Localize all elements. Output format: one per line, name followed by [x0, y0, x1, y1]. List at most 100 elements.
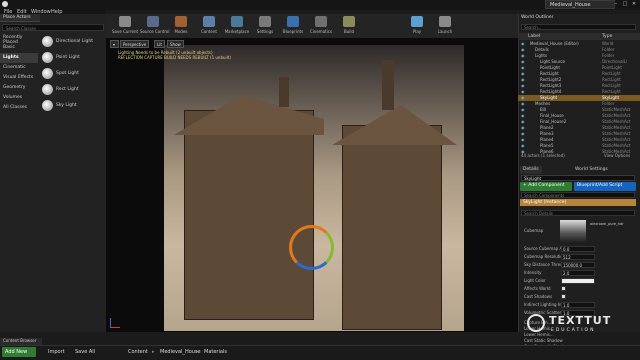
property-checkbox[interactable]: [561, 286, 566, 291]
actor-count: 44 actors (1 selected): [521, 153, 565, 158]
cinematics-button[interactable]: Cinematics: [308, 15, 334, 37]
cubemap-thumbnail[interactable]: [560, 220, 586, 242]
outliner-search-input[interactable]: Search...: [521, 24, 636, 30]
category-lights[interactable]: Lights: [0, 53, 38, 63]
blueprints-button[interactable]: Blueprints: [280, 15, 306, 37]
property-checkbox[interactable]: [561, 294, 566, 299]
content-icon: [203, 16, 215, 27]
row-type: RectLight: [602, 77, 621, 82]
visibility-eye-icon[interactable]: ◉: [521, 101, 526, 106]
visibility-eye-icon[interactable]: ◉: [521, 143, 526, 148]
settings-button[interactable]: Settings: [252, 15, 278, 37]
actor-spot-light[interactable]: Spot Light: [40, 66, 106, 82]
play-button[interactable]: Play: [404, 15, 430, 37]
content-browser-tab[interactable]: Content Browser: [0, 338, 42, 345]
actor-point-light[interactable]: Point Light: [40, 50, 106, 66]
add-component-button[interactable]: + Add Component: [520, 182, 572, 191]
viewport-toolbar: ▾ Perspective Lit Show: [110, 40, 184, 48]
property-value[interactable]: 512: [561, 254, 595, 260]
maximize-icon[interactable]: □: [621, 1, 629, 7]
visibility-eye-icon[interactable]: ◉: [521, 113, 526, 118]
property-row: Light Color: [524, 278, 636, 285]
visibility-eye-icon[interactable]: ◉: [521, 125, 526, 130]
row-label: Bill: [540, 107, 547, 112]
visibility-eye-icon[interactable]: ◉: [521, 95, 526, 100]
row-type: Folder: [602, 53, 615, 58]
component-search-input[interactable]: Search Components: [521, 192, 635, 198]
tab-details[interactable]: Details: [520, 166, 542, 174]
rotate-gizmo[interactable]: [289, 225, 334, 270]
lit-button[interactable]: Lit: [154, 40, 165, 48]
category-recently-placed[interactable]: Recently Placed: [0, 33, 38, 45]
place-actors-tab[interactable]: Place Actors: [0, 14, 40, 22]
component-row[interactable]: SkyLight (Instance): [520, 199, 636, 206]
watermark-name: TEXTTUT: [549, 314, 612, 327]
actor-sky-light[interactable]: Sky Light: [40, 98, 106, 114]
category-cinematic[interactable]: Cinematic: [0, 63, 38, 73]
visibility-eye-icon[interactable]: ◉: [521, 107, 526, 112]
category-visual-effects[interactable]: Visual Effects: [0, 73, 38, 83]
property-value[interactable]: [561, 278, 595, 284]
light-bulb-icon: [42, 100, 53, 111]
marketplace-button[interactable]: Marketplace: [224, 15, 250, 37]
actor-rect-light[interactable]: Rect Light: [40, 82, 106, 98]
view-options-button[interactable]: View Options: [604, 153, 630, 158]
add-new-button[interactable]: Add New: [2, 347, 36, 357]
visibility-eye-icon[interactable]: ◉: [521, 77, 526, 82]
viewport-options-icon[interactable]: ▾: [110, 40, 119, 48]
property-value[interactable]: 2.0: [561, 270, 595, 276]
property-row: Sky Distance Thresh 150000.0: [524, 262, 636, 269]
launch-button[interactable]: Launch: [432, 15, 458, 37]
modes-button[interactable]: Modes: [168, 15, 194, 37]
visibility-eye-icon[interactable]: ◉: [521, 137, 526, 142]
visibility-eye-icon[interactable]: ◉: [521, 47, 526, 52]
path-materials[interactable]: Materials: [204, 349, 227, 355]
label-column-header[interactable]: Label: [528, 34, 540, 39]
tab-world-settings[interactable]: World Settings: [572, 166, 611, 174]
visibility-eye-icon[interactable]: ◉: [521, 65, 526, 70]
property-label: Light Color: [524, 278, 546, 283]
category-geometry[interactable]: Geometry: [0, 83, 38, 93]
actor-directional-light[interactable]: Directional Light: [40, 34, 106, 50]
property-value[interactable]: 0.0: [561, 246, 595, 252]
content-button[interactable]: Content: [196, 15, 222, 37]
category-basic[interactable]: Basic: [0, 43, 38, 53]
visibility-eye-icon[interactable]: ◉: [521, 41, 526, 46]
path-medieval-house[interactable]: Medieval_House: [160, 349, 201, 355]
actor-name-field[interactable]: SkyLight: [521, 175, 635, 181]
category-all-classes[interactable]: All Classes: [0, 103, 38, 113]
source-control-button[interactable]: Source Control: [140, 15, 169, 37]
show-button[interactable]: Show: [167, 40, 184, 48]
world-outliner-tab[interactable]: World Outliner: [521, 15, 571, 22]
save-all-button[interactable]: Save All: [75, 349, 95, 355]
save-current-button[interactable]: Save Current: [112, 15, 138, 37]
visibility-eye-icon[interactable]: ◉: [521, 131, 526, 136]
row-label: Medieval_House (Editor): [530, 41, 579, 46]
path-content[interactable]: Content: [128, 349, 148, 355]
property-value[interactable]: 150000.0: [561, 262, 595, 268]
scene-render[interactable]: [164, 45, 464, 331]
property-value[interactable]: 1.0: [561, 302, 595, 308]
visibility-eye-icon[interactable]: ◉: [521, 71, 526, 76]
class-search-input[interactable]: Search Classes: [2, 24, 104, 31]
visibility-eye-icon[interactable]: ◉: [521, 83, 526, 88]
visibility-eye-icon[interactable]: ◉: [521, 119, 526, 124]
source-control-icon: [147, 16, 159, 27]
row-label: Plane3: [540, 131, 554, 136]
cubemap-asset-name[interactable]: alexroom_pure_hdr: [590, 222, 624, 226]
minimize-icon[interactable]: –: [612, 1, 620, 7]
close-icon[interactable]: ✕: [630, 1, 638, 7]
import-button[interactable]: Import: [48, 349, 65, 355]
property-row: Source Cubemap Ang 0.0: [524, 246, 636, 253]
visibility-eye-icon[interactable]: ◉: [521, 59, 526, 64]
category-volumes[interactable]: Volumes: [0, 93, 38, 103]
blueprint-add-script-button[interactable]: Blueprint/Add Script: [574, 182, 636, 191]
perspective-button[interactable]: Perspective: [120, 40, 150, 48]
type-column-header[interactable]: Type: [602, 34, 612, 39]
play-icon: [411, 16, 423, 27]
visibility-eye-icon[interactable]: ◉: [521, 89, 526, 94]
build-button[interactable]: Build: [336, 15, 362, 37]
details-search-input[interactable]: Search Details: [521, 210, 635, 216]
visibility-eye-icon[interactable]: ◉: [521, 53, 526, 58]
row-label: Final_House: [540, 113, 564, 118]
